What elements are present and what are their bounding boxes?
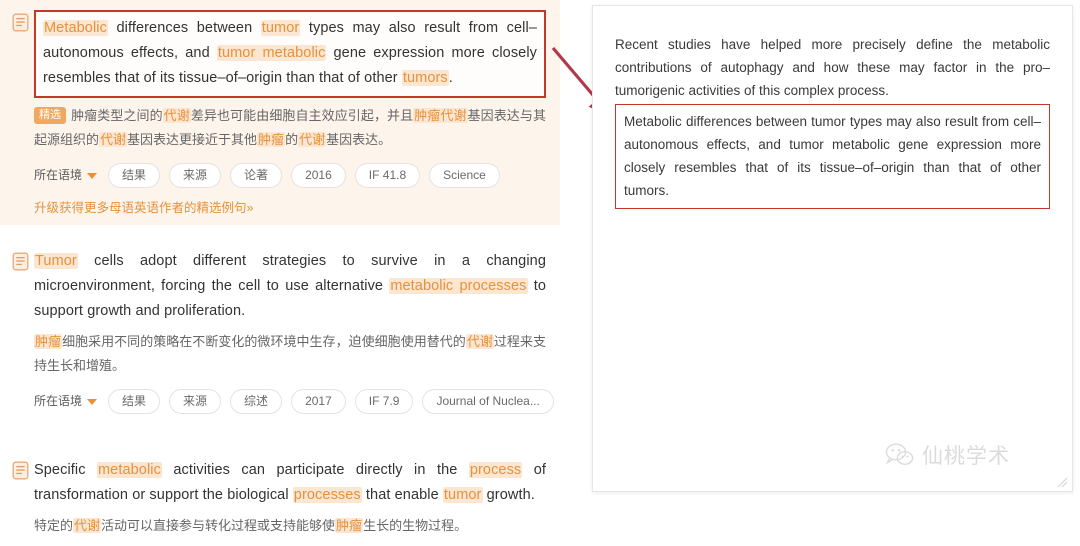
document-icon[interactable] [12,252,29,271]
plain-text-run: 差异也可能由细胞自主效应引起，并且 [190,108,414,123]
meta-tag[interactable]: 结果 [108,389,161,414]
tag-label: 综述 [244,394,269,408]
chevron-down-icon[interactable] [87,172,98,179]
english-sentence-1: Metabolic differences between tumor type… [34,10,546,98]
highlighted-term[interactable]: 代谢 [298,132,327,147]
highlighted-term[interactable]: Metabolic [43,20,108,36]
highlighted-term[interactable]: 肿瘤 [257,132,286,147]
result-card-3[interactable]: Specific metabolic activities can partic… [0,448,560,546]
result-card-1[interactable]: Metabolic differences between tumor type… [0,0,560,225]
meta-tag[interactable]: 论著 [230,163,283,188]
highlighted-term[interactable]: 代谢 [465,334,494,349]
meta-tag[interactable]: 来源 [169,389,222,414]
highlighted-term[interactable]: tumor [260,20,301,36]
plain-text-run: 生长的生物过程。 [363,518,468,533]
tag-label: IF 41.8 [368,168,407,182]
source-highlighted-passage: Metabolic differences between tumor type… [615,104,1050,209]
chinese-translation-3: 特定的代谢活动可以直接参与转化过程或支持能够使肿瘤生长的生物过程。 [12,514,546,538]
tag-row-2: 所在语境 结果 来源 综述 2017 IF 7.9 Journal of Nuclea... [12,389,554,414]
meta-tag[interactable]: Science [429,163,500,188]
result-sentence-row: Tumor cells adopt different strategies t… [12,249,546,324]
plain-text-run: . [448,70,453,86]
plain-text-run: activities can participate directly in t… [161,462,469,478]
meta-tag[interactable]: 来源 [169,163,222,188]
watermark: 仙桃学术 [885,440,1010,470]
english-sentence-3: Specific metabolic activities can partic… [34,458,546,508]
highlighted-term[interactable]: Tumor [34,253,78,269]
meta-tag[interactable]: IF 41.8 [354,163,421,188]
highlighted-term[interactable]: tumor [442,487,483,503]
meta-tag[interactable]: 综述 [230,389,283,414]
chinese-text-2: 肿瘤细胞采用不同的策略在不断变化的微环境中生存，迫使细胞使用替代的代谢过程来支持… [34,334,546,373]
chinese-translation-2: 肿瘤细胞采用不同的策略在不断变化的微环境中生存，迫使细胞使用替代的代谢过程来支持… [12,330,546,378]
highlighted-term[interactable]: metabolic [97,462,162,478]
tag-label: Journal of Nuclea... [436,394,540,408]
plain-text-run: differences between [107,20,261,36]
tag-label: 所在语境 [34,168,83,182]
watermark-text: 仙桃学术 [922,444,1010,468]
document-icon[interactable] [12,461,29,480]
result-sentence-row: Specific metabolic activities can partic… [12,458,546,508]
wechat-icon [885,443,914,466]
result-sentence-row: Metabolic differences between tumor type… [12,10,546,98]
highlighted-term[interactable]: metabolic processes [389,278,528,294]
english-sentence-2: Tumor cells adopt different strategies t… [34,249,546,324]
highlighted-term[interactable]: tumors [401,70,449,86]
plain-text-run: 基因表达更接近于其他 [127,132,258,147]
meta-tag[interactable]: Journal of Nuclea... [422,389,554,414]
context-filter-dropdown[interactable]: 所在语境 [34,164,99,187]
highlighted-term[interactable]: tumor metabolic [216,45,327,61]
upgrade-link[interactable]: 升级获得更多母语英语作者的精选例句» [12,199,546,217]
featured-badge: 精选 [34,107,66,124]
highlighted-term[interactable]: 代谢 [162,108,191,123]
resize-grip-icon[interactable] [1057,477,1068,488]
tag-label: IF 7.9 [368,394,400,408]
context-filter-dropdown[interactable]: 所在语境 [34,390,99,413]
tag-label: 2017 [305,394,332,408]
plain-text-run: 细胞采用不同的策略在不断变化的微环境中生存，迫使细胞使用替代的 [62,334,466,349]
source-document-panel[interactable]: Recent studies have helped more precisel… [592,5,1073,492]
plain-text-run: 的 [285,132,299,147]
highlighted-term[interactable]: 肿瘤 [335,518,364,533]
meta-tag[interactable]: 2017 [291,389,346,414]
chevron-down-icon[interactable] [87,398,98,405]
plain-text-run: 肿瘤类型之间的 [71,108,163,123]
tag-label: 所在语境 [34,394,83,408]
tag-label: Science [443,168,486,182]
meta-tag[interactable]: 结果 [108,163,161,188]
highlighted-term[interactable]: 肿瘤 [34,334,63,349]
source-paragraph: Recent studies have helped more precisel… [615,37,1050,98]
chinese-text-3: 特定的代谢活动可以直接参与转化过程或支持能够使肿瘤生长的生物过程。 [34,518,467,533]
plain-text-run: 基因表达。 [326,132,392,147]
chinese-text-1: 肿瘤类型之间的代谢差异也可能由细胞自主效应引起，并且肿瘤代谢基因表达与其起源组织… [34,108,546,147]
screenshot-root: Metabolic differences between tumor type… [0,0,1080,533]
result-card-2[interactable]: Tumor cells adopt different strategies t… [0,239,560,422]
document-icon[interactable] [12,13,29,32]
highlighted-term[interactable]: 代谢 [99,132,128,147]
tag-label: 来源 [183,394,208,408]
source-document-content: Recent studies have helped more precisel… [593,6,1072,209]
meta-tag[interactable]: IF 7.9 [354,389,414,414]
tag-row-1: 所在语境 结果 来源 论著 2016 IF 41.8 Science [12,163,546,188]
tag-label: 2016 [305,168,332,182]
highlighted-term[interactable]: processes [292,487,362,503]
tag-label: 结果 [122,394,147,408]
chinese-translation-1: 精选 肿瘤类型之间的代谢差异也可能由细胞自主效应引起，并且肿瘤代谢基因表达与其起源… [12,104,546,152]
tag-label: 结果 [122,168,147,182]
highlighted-term[interactable]: process [468,462,523,478]
tag-label: 论著 [244,168,269,182]
plain-text-run: 特定的 [34,518,74,533]
plain-text-run: that enable [361,487,443,503]
search-results-list: Metabolic differences between tumor type… [0,0,560,533]
plain-text-run: 活动可以直接参与转化过程或支持能够使 [101,518,336,533]
plain-text-run: Specific [34,462,97,478]
tag-label: 来源 [183,168,208,182]
meta-tag[interactable]: 2016 [291,163,346,188]
plain-text-run: growth. [482,487,535,503]
highlighted-term[interactable]: 肿瘤代谢 [413,108,468,123]
highlighted-term[interactable]: 代谢 [73,518,102,533]
